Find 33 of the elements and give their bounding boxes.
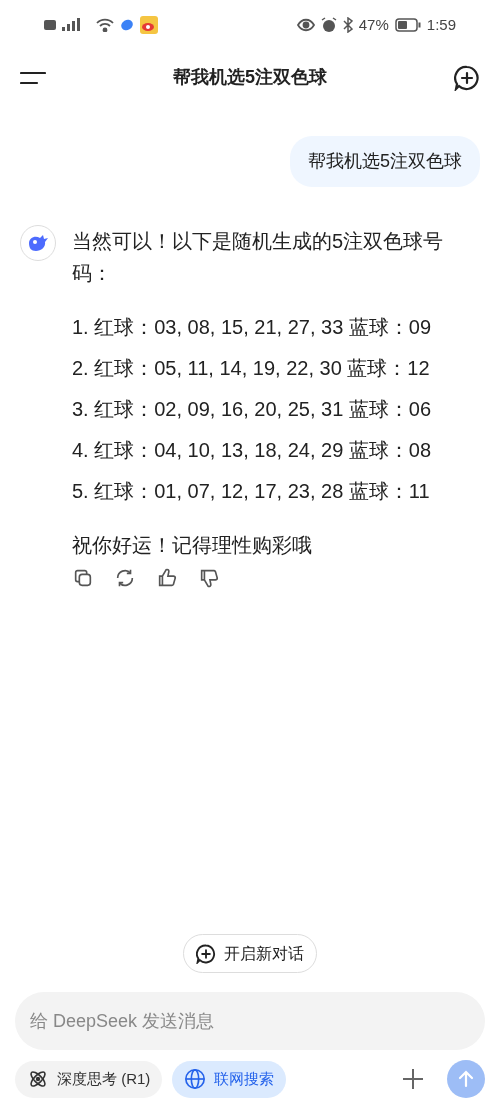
plus-icon[interactable] <box>401 1067 425 1091</box>
lottery-number-line: 5. 红球：01, 07, 12, 17, 23, 28 蓝球：11 <box>72 479 431 504</box>
whale-logo-icon <box>27 234 49 252</box>
thumbs-down-icon[interactable] <box>198 567 220 589</box>
up-arrow-icon <box>457 1070 475 1088</box>
thumbs-up-icon[interactable] <box>156 567 178 589</box>
new-chat-icon <box>196 943 216 964</box>
assistant-paragraph: 当然可以！以下是随机生成的5注双色球号码： <box>72 229 445 286</box>
message-input-field[interactable]: 给 DeepSeek 发送消息 <box>15 992 485 1050</box>
wifi-icon <box>96 18 114 32</box>
battery-icon <box>394 18 421 32</box>
mode-toggle-button[interactable]: 联网搜索 <box>172 1060 287 1098</box>
atom-icon <box>27 1068 49 1090</box>
app-notification-icon <box>120 18 134 32</box>
chat-title: 帮我机选5注双色球 <box>173 66 327 89</box>
alarm-icon <box>320 17 337 33</box>
eye-icon <box>296 18 315 32</box>
clock-time: 1:59 <box>426 14 456 35</box>
new-chat-icon[interactable] <box>454 64 480 91</box>
copy-icon[interactable] <box>72 567 94 589</box>
lottery-number-line: 2. 红球：05, 11, 14, 19, 22, 30 蓝球：12 <box>72 356 431 381</box>
refresh-icon[interactable] <box>114 567 136 589</box>
lottery-number-line: 1. 红球：03, 08, 15, 21, 27, 33 蓝球：09 <box>72 315 433 340</box>
menu-icon[interactable] <box>20 70 46 85</box>
battery-percentage: 47% <box>358 14 389 35</box>
bluetooth-icon <box>342 17 353 33</box>
globe-icon <box>184 1068 207 1090</box>
lottery-number-line: 3. 红球：02, 09, 16, 20, 25, 31 蓝球：06 <box>72 397 433 422</box>
user-message-bubble: 帮我机选5注双色球 <box>290 136 480 187</box>
app-notification-icon <box>140 16 158 34</box>
lottery-number-line: 4. 红球：04, 10, 13, 18, 24, 29 蓝球：08 <box>72 438 433 463</box>
assistant-paragraph: 祝你好运！记得理性购彩哦 <box>72 533 313 558</box>
mode-toggle-button[interactable]: 深度思考 (R1) <box>15 1060 163 1098</box>
